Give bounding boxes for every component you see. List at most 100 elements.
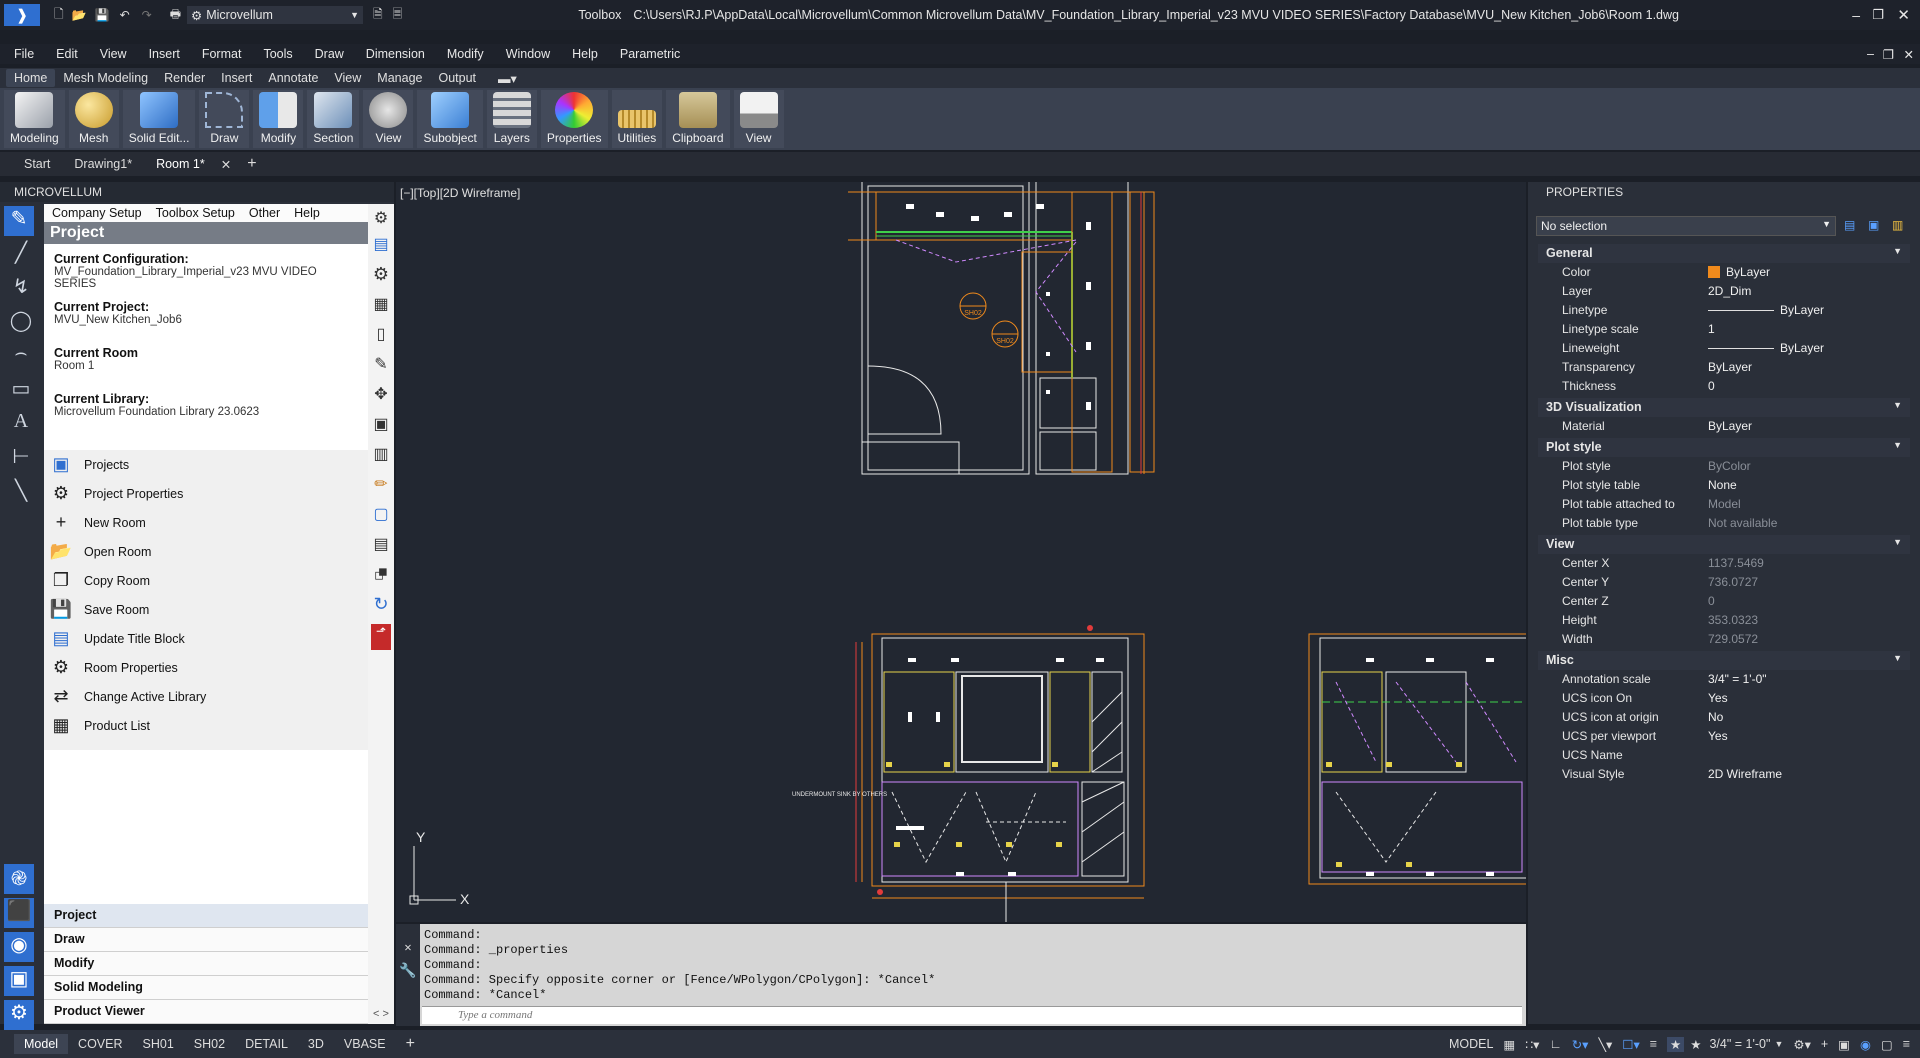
close-tab-icon[interactable]: ✕ — [217, 157, 235, 172]
menu-help[interactable]: Help — [572, 47, 598, 61]
ribbon-tab-insert[interactable]: Insert — [213, 69, 260, 87]
menu-window[interactable]: Window — [506, 47, 550, 61]
property-row[interactable]: Plot style ByColor — [1538, 457, 1910, 476]
layout-tab-detail[interactable]: DETAIL — [235, 1034, 298, 1054]
minimize-icon[interactable]: – — [1852, 7, 1860, 23]
action-copy-room[interactable]: ❐ Copy Room — [44, 566, 368, 595]
publish-icon[interactable]: 🗏 — [393, 5, 403, 26]
property-row[interactable]: Transparency ByLayer — [1538, 358, 1910, 377]
circle-tool-icon[interactable]: ◯ — [6, 308, 36, 338]
pen-icon[interactable]: ✎ — [4, 206, 34, 236]
menu-insert[interactable]: Insert — [149, 47, 180, 61]
property-row[interactable]: Center Z 0 — [1538, 592, 1910, 611]
layout-tab-sh02[interactable]: SH02 — [184, 1034, 235, 1054]
gear-icon[interactable]: ⚙ — [368, 264, 394, 294]
section-draw[interactable]: Draw — [44, 928, 368, 952]
property-row[interactable]: Material ByLayer — [1538, 417, 1910, 436]
layout-tab-cover[interactable]: COVER — [68, 1034, 132, 1054]
plus-icon[interactable]: + — [1821, 1037, 1828, 1051]
polyline-tool-icon[interactable]: ↯ — [6, 274, 36, 304]
camera-icon[interactable]: ◉ — [4, 932, 34, 962]
action-room-properties[interactable]: ⚙ Room Properties — [44, 653, 368, 682]
menu-tools[interactable]: Tools — [263, 47, 292, 61]
ribbon-button-section[interactable]: Section — [307, 90, 360, 148]
property-row[interactable]: Annotation scale 3/4" = 1'-0" — [1538, 670, 1910, 689]
section-product-viewer[interactable]: Product Viewer — [44, 1000, 368, 1024]
property-row[interactable]: UCS icon On Yes — [1538, 689, 1910, 708]
action-change-active-library[interactable]: ⇄ Change Active Library — [44, 682, 368, 711]
doc-close-icon[interactable]: ✕ — [1904, 47, 1914, 62]
collapse-arrows-icon[interactable]: < > — [368, 1008, 394, 1020]
polar-icon[interactable]: ↻▾ — [1572, 1037, 1589, 1052]
property-row[interactable]: Thickness 0 — [1538, 377, 1910, 396]
redo-icon[interactable]: ↷ — [142, 8, 152, 22]
section-solid-modeling[interactable]: Solid Modeling — [44, 976, 368, 1000]
customize-icon[interactable]: ≡ — [1903, 1037, 1910, 1051]
undo-icon[interactable]: ↶ — [120, 8, 130, 22]
property-row[interactable]: Visual Style 2D Wireframe — [1538, 765, 1910, 784]
property-row[interactable]: Layer 2D_Dim — [1538, 282, 1910, 301]
open-file-icon[interactable]: 📂 — [72, 8, 87, 22]
app-menu-button[interactable]: ❱ — [4, 4, 40, 26]
property-row[interactable]: Center Y 736.0727 — [1538, 573, 1910, 592]
autoscale-icon[interactable]: ★ — [1690, 1037, 1701, 1052]
action-projects[interactable]: ▣ Projects — [44, 450, 368, 479]
cabinet-icon[interactable]: ▤ — [368, 534, 394, 564]
doc-restore-icon[interactable]: ❐ — [1883, 47, 1894, 62]
ribbon-tab-output[interactable]: Output — [430, 69, 484, 87]
ribbon-tab-home[interactable]: Home — [6, 69, 56, 87]
text-tool-icon[interactable]: A — [6, 410, 36, 440]
model-space-button[interactable]: MODEL — [1449, 1037, 1493, 1051]
close-icon[interactable]: ✕ — [1897, 6, 1910, 24]
action-save-room[interactable]: 💾 Save Room — [44, 595, 368, 624]
action-product-list[interactable]: ▦ Product List — [44, 711, 368, 740]
property-row[interactable]: Linetype ByLayer — [1538, 301, 1910, 320]
property-row[interactable]: Plot table attached to Model — [1538, 495, 1910, 514]
menu-file[interactable]: File — [14, 47, 34, 61]
menu-dimension[interactable]: Dimension — [366, 47, 425, 61]
layout-tab-vbase[interactable]: VBASE — [334, 1034, 396, 1054]
table-icon[interactable]: ▦ — [368, 294, 394, 324]
frame-icon[interactable]: ▣ — [368, 414, 394, 444]
cube-icon[interactable]: ⬛ — [4, 898, 34, 928]
line-tool-icon[interactable]: ╱ — [6, 240, 36, 270]
property-row[interactable]: Linetype scale 1 — [1538, 320, 1910, 339]
property-row[interactable]: Center X 1137.5469 — [1538, 554, 1910, 573]
doc-tab-room1[interactable]: Room 1* — [144, 157, 217, 171]
layout-tab-model[interactable]: Model — [14, 1034, 69, 1054]
action-update-title-block[interactable]: ▤ Update Title Block — [44, 624, 368, 653]
ribbon-button-clipboard[interactable]: Clipboard — [666, 90, 730, 148]
layout-tab-sh01[interactable]: SH01 — [133, 1034, 184, 1054]
ribbon-button-mesh[interactable]: Mesh — [68, 90, 119, 148]
property-group[interactable]: Misc ▼ — [1538, 651, 1910, 670]
property-row[interactable]: Color ByLayer — [1538, 263, 1910, 282]
lineweight-icon[interactable]: ≡ — [1650, 1037, 1657, 1051]
drawing-viewport[interactable]: [−][Top][2D Wireframe] SH02 SH02 UNDERMO… — [396, 182, 1526, 922]
spiral-icon[interactable]: ֎ — [4, 864, 34, 894]
property-group[interactable]: 3D Visualization ▼ — [1538, 398, 1910, 417]
settings-icon[interactable]: ⚙ — [4, 1000, 34, 1030]
grid-icon[interactable]: ▦ — [1503, 1037, 1515, 1052]
move-icon[interactable]: ✥ — [368, 384, 394, 414]
property-group[interactable]: General ▼ — [1538, 244, 1910, 263]
isolate-icon[interactable]: ▣ — [1838, 1037, 1850, 1052]
action-new-room[interactable]: + New Room — [44, 508, 368, 537]
action-open-room[interactable]: 📂 Open Room — [44, 537, 368, 566]
menu-draw[interactable]: Draw — [315, 47, 344, 61]
menu-edit[interactable]: Edit — [56, 47, 78, 61]
plot-icon[interactable]: 🗎 — [373, 5, 383, 26]
workspace-dropdown[interactable]: ⚙ Microvellum ▼ — [187, 6, 364, 24]
ribbon-button-solid-edit[interactable]: Solid Edit... — [122, 90, 196, 148]
dimension-tool-icon[interactable]: ⊢ — [6, 444, 36, 474]
ribbon-tab-view[interactable]: View — [326, 69, 369, 87]
property-row[interactable]: UCS icon at origin No — [1538, 708, 1910, 727]
doc-tab-drawing1[interactable]: Drawing1* — [62, 157, 144, 171]
property-row[interactable]: Width 729.0572 — [1538, 630, 1910, 649]
ribbon-button-layers[interactable]: Layers — [486, 90, 537, 148]
property-row[interactable]: Height 353.0323 — [1538, 611, 1910, 630]
leader-tool-icon[interactable]: ╲ — [6, 478, 36, 508]
property-row[interactable]: Plot table type Not available — [1538, 514, 1910, 533]
ribbon-tab-render[interactable]: Render — [156, 69, 213, 87]
chevron-down-icon[interactable]: ▼ — [1774, 1039, 1783, 1049]
isodraft-icon[interactable]: ╲▾ — [1598, 1037, 1612, 1052]
